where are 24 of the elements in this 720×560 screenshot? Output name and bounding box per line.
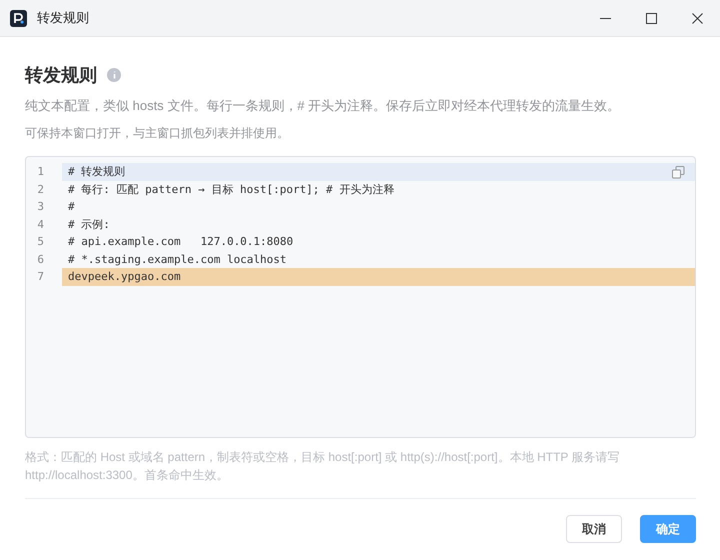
window-title: 转发规则	[37, 9, 89, 27]
description-text: 纯文本配置，类似 hosts 文件。每行一条规则，# 开头为注释。保存后立即对经本代理转发的流量生效。	[25, 97, 622, 115]
app-logo-icon	[10, 10, 27, 26]
dialog-heading: 转发规则	[25, 64, 97, 87]
code-editor[interactable]: 1 # 转发规则 2 # 每行: 匹配 pattern → 目标 host[:port]; # 开头为注释 3 # 4 # 示例: 5 # api.example.com 127.0.0.1:8080 6 # *.staging.example.com localhost 7 devpeek.ypgao.com	[25, 156, 696, 438]
maximize-icon	[646, 12, 656, 24]
copy-icon[interactable]	[672, 166, 685, 179]
line-number: 6	[36, 252, 44, 266]
code-line: # 每行: 匹配 pattern → 目标 host[:port]; # 开头为注释	[67, 182, 396, 198]
code-line: # *.staging.example.com localhost	[67, 252, 288, 268]
note-text: 可保持本窗口打开，与主窗口抓包列表并排使用。	[25, 125, 290, 142]
line-number: 3	[36, 200, 44, 214]
line-number: 7	[36, 270, 44, 284]
code-line: # api.example.com 127.0.0.1:8080	[67, 234, 294, 250]
code-line: # 示例:	[67, 216, 111, 233]
info-icon[interactable]	[107, 68, 121, 82]
line-number: 4	[36, 218, 44, 231]
line-number: 1	[36, 165, 44, 178]
line-number: 2	[36, 182, 44, 196]
format-hint: 格式：匹配的 Host 或域名 pattern，制表符或空格，目标 host[:port] 或 http(s)://host[:port]。本地 HTTP 服务请写 http://localhost:3300。首条命中生效。	[25, 449, 621, 484]
close-icon	[692, 12, 702, 24]
cancel-button[interactable]: 取消	[566, 515, 622, 543]
code-line: #	[67, 199, 76, 216]
line-number: 5	[36, 235, 44, 248]
